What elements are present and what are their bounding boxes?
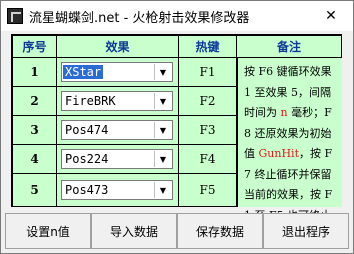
chevron-down-icon[interactable]: ▼	[154, 93, 171, 109]
row-hotkey: F5	[179, 174, 236, 206]
set-n-button[interactable]: 设置n值	[5, 213, 91, 249]
header-index: 序号	[13, 36, 56, 57]
effect-select-2[interactable]: FireBRK ▼	[61, 91, 173, 111]
chevron-down-icon[interactable]: ▼	[154, 182, 171, 198]
row-index: 2	[13, 87, 56, 115]
note-interval-n: n	[280, 106, 288, 119]
header-effect: 效果	[57, 36, 178, 57]
import-data-button[interactable]: 导入数据	[91, 213, 177, 249]
row-index: 5	[13, 174, 56, 206]
save-data-button[interactable]: 保存数据	[177, 213, 263, 249]
effect-cell: Pos474 ▼	[57, 116, 178, 144]
effect-cell: FireBRK ▼	[57, 87, 178, 115]
effect-select-5[interactable]: Pos473 ▼	[61, 180, 173, 200]
note-text: 按 F6 键循环效果 1 至效果 5，间隔时间为 n 毫秒；F8 还原效果为初始…	[238, 58, 342, 242]
row-hotkey: F3	[179, 116, 236, 144]
effect-select-1[interactable]: XStar ▼	[61, 62, 173, 82]
header-note: 备注	[237, 36, 341, 57]
effects-table: 序号 效果 热键 备注 1 XStar ▼ F1 2 FireBRK ▼ F2 …	[11, 34, 342, 242]
effect-select-value: Pos224	[65, 152, 109, 166]
close-button[interactable]: ✕	[309, 1, 353, 31]
chevron-down-icon[interactable]: ▼	[154, 64, 171, 80]
note-initial-value: GunHit	[258, 147, 300, 160]
row-hotkey: F4	[179, 145, 236, 173]
effect-cell: Pos473 ▼	[57, 174, 178, 206]
window-title: 流星蝴蝶剑.net - 火枪射击效果修改器	[29, 11, 250, 26]
effect-cell: Pos224 ▼	[57, 145, 178, 173]
row-index: 1	[13, 58, 56, 86]
effect-select-value: Pos473	[65, 183, 109, 197]
effect-select-4[interactable]: Pos224 ▼	[61, 149, 173, 169]
effect-select-3[interactable]: Pos474 ▼	[61, 120, 173, 140]
chevron-down-icon[interactable]: ▼	[154, 122, 171, 138]
effect-select-value: XStar	[63, 65, 104, 79]
effect-select-value: FireBRK	[65, 94, 116, 108]
app-icon	[7, 8, 23, 24]
row-hotkey: F1	[179, 58, 236, 86]
row-index: 3	[13, 116, 56, 144]
exit-button[interactable]: 退出程序	[263, 213, 349, 249]
header-hotkey: 热键	[179, 36, 236, 57]
row-index: 4	[13, 145, 56, 173]
button-bar: 设置n值 导入数据 保存数据 退出程序	[1, 213, 353, 253]
chevron-down-icon[interactable]: ▼	[154, 151, 171, 167]
row-hotkey: F2	[179, 87, 236, 115]
title-bar: 流星蝴蝶剑.net - 火枪射击效果修改器 ✕	[1, 1, 353, 31]
effect-select-value: Pos474	[65, 123, 109, 137]
effect-cell: XStar ▼	[57, 58, 178, 86]
main-window: 流星蝴蝶剑.net - 火枪射击效果修改器 ✕ 序号 效果 热键 备注 1 XS…	[0, 0, 354, 254]
